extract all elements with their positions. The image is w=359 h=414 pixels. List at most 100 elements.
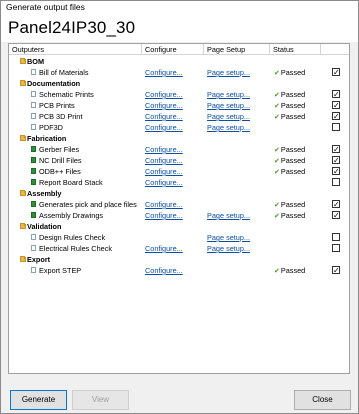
odb-icon	[31, 168, 36, 174]
output-label: Schematic Prints	[39, 90, 94, 99]
configure-link[interactable]: Configure...	[145, 100, 183, 111]
status-cell: ✔Passed	[274, 265, 305, 277]
output-row[interactable]: Bill of Materials Configure... Page setup.…	[9, 67, 349, 78]
enable-checkbox[interactable]	[332, 178, 340, 186]
configure-link[interactable]: Configure...	[145, 166, 183, 177]
output-label: Assembly Drawings	[39, 211, 104, 220]
configure-link[interactable]: Configure...	[145, 144, 183, 155]
section-label: Fabrication	[27, 134, 67, 143]
enable-checkbox[interactable]: ✓	[332, 200, 340, 209]
output-label: ODB++ Files	[39, 167, 81, 176]
folder-icon	[20, 80, 26, 86]
output-label: PDF3D	[39, 123, 63, 132]
configure-link[interactable]: Configure...	[145, 265, 183, 276]
gerber-icon	[31, 146, 36, 152]
configure-link[interactable]: Configure...	[145, 67, 183, 78]
column-header-outputers[interactable]: Outputers	[9, 44, 142, 55]
check-mark-icon: ✔	[274, 92, 280, 99]
grid-header: Outputers Configure Page Setup Status	[9, 44, 349, 55]
output-row[interactable]: NC Drill Files Configure... ✔Passed ✓	[9, 155, 349, 166]
folder-icon	[20, 58, 26, 64]
page-setup-link[interactable]: Page setup...	[207, 122, 250, 133]
page-setup-link[interactable]: Page setup...	[207, 232, 250, 243]
document-icon	[31, 69, 36, 75]
enable-checkbox[interactable]: ✓	[332, 112, 340, 121]
enable-checkbox[interactable]	[332, 244, 340, 252]
configure-link[interactable]: Configure...	[145, 122, 183, 133]
section-row[interactable]: Documentation	[9, 78, 349, 89]
column-header-configure[interactable]: Configure	[142, 44, 204, 55]
configure-link[interactable]: Configure...	[145, 89, 183, 100]
output-row[interactable]: Assembly Drawings Configure... Page setup.…	[9, 210, 349, 221]
check-mark-icon: ✔	[274, 114, 280, 121]
page-setup-link[interactable]: Page setup...	[207, 67, 250, 78]
output-row[interactable]: Schematic Prints Configure... Page setup..…	[9, 89, 349, 100]
configure-link[interactable]: Configure...	[145, 243, 183, 254]
output-row[interactable]: ODB++ Files Configure... ✔Passed ✓	[9, 166, 349, 177]
enable-checkbox[interactable]	[332, 123, 340, 131]
enable-checkbox[interactable]	[332, 233, 340, 241]
configure-link[interactable]: Configure...	[145, 199, 183, 210]
nc-drill-icon	[31, 157, 36, 163]
output-label: Electrical Rules Check	[39, 244, 112, 253]
column-header-status[interactable]: Status	[270, 44, 321, 55]
page-setup-link[interactable]: Page setup...	[207, 111, 250, 122]
page-setup-link[interactable]: Page setup...	[207, 100, 250, 111]
column-header-enabled[interactable]	[321, 44, 349, 55]
page-setup-link[interactable]: Page setup...	[207, 210, 250, 221]
folder-icon	[20, 223, 26, 229]
pdf3d-icon	[31, 124, 36, 130]
section-row[interactable]: Export	[9, 254, 349, 265]
section-label: Validation	[27, 222, 62, 231]
section-label: BOM	[27, 57, 45, 66]
configure-link[interactable]: Configure...	[145, 177, 183, 188]
check-mark-icon: ✔	[274, 158, 280, 165]
window-title: Generate output files	[1, 1, 358, 14]
generate-button[interactable]: Generate	[10, 390, 67, 410]
output-label: PCB Prints	[39, 101, 75, 110]
close-button[interactable]: Close	[294, 390, 351, 410]
erc-icon	[31, 245, 36, 251]
status-text: Passed	[280, 68, 306, 77]
configure-link[interactable]: Configure...	[145, 155, 183, 166]
pcb-icon	[31, 102, 36, 108]
folder-icon	[20, 135, 26, 141]
enable-checkbox[interactable]: ✓	[332, 211, 340, 220]
enable-checkbox[interactable]: ✓	[332, 266, 340, 275]
status-text: Passed	[280, 156, 306, 165]
output-row[interactable]: PCB Prints Configure... Page setup... ✔Pass…	[9, 100, 349, 111]
enable-checkbox[interactable]: ✓	[332, 167, 340, 176]
section-label: Assembly	[27, 189, 62, 198]
status-text: Passed	[280, 101, 306, 110]
pcb-3d-icon	[31, 113, 36, 119]
configure-link[interactable]: Configure...	[145, 111, 183, 122]
output-row[interactable]: PDF3D Configure... Page setup...	[9, 122, 349, 133]
enable-checkbox[interactable]: ✓	[332, 68, 340, 77]
configure-link[interactable]: Configure...	[145, 210, 183, 221]
output-label: Generates pick and place files	[39, 200, 137, 209]
output-row[interactable]: Design Rules Check Page setup...	[9, 232, 349, 243]
output-label: Design Rules Check	[39, 233, 106, 242]
output-row[interactable]: Generates pick and place files Configure.…	[9, 199, 349, 210]
step-export-icon	[31, 267, 36, 273]
status-text: Passed	[280, 145, 306, 154]
schematic-icon	[31, 91, 36, 97]
output-row[interactable]: Gerber Files Configure... ✔Passed ✓	[9, 144, 349, 155]
page-setup-link[interactable]: Page setup...	[207, 89, 250, 100]
section-row[interactable]: Assembly	[9, 188, 349, 199]
enable-checkbox[interactable]: ✓	[332, 145, 340, 154]
output-row[interactable]: Report Board Stack Configure...	[9, 177, 349, 188]
section-row[interactable]: Validation	[9, 221, 349, 232]
output-row[interactable]: Export STEP Configure... ✔Passed ✓	[9, 265, 349, 276]
column-header-page-setup[interactable]: Page Setup	[204, 44, 270, 55]
page-setup-link[interactable]: Page setup...	[207, 243, 250, 254]
section-row[interactable]: BOM	[9, 56, 349, 67]
check-mark-icon: ✔	[274, 202, 280, 209]
check-mark-icon: ✔	[274, 103, 280, 110]
enable-checkbox[interactable]: ✓	[332, 156, 340, 165]
output-row[interactable]: PCB 3D Print Configure... Page setup... ✔Pa…	[9, 111, 349, 122]
enable-checkbox[interactable]: ✓	[332, 101, 340, 110]
output-row[interactable]: Electrical Rules Check Configure... Page s…	[9, 243, 349, 254]
enable-checkbox[interactable]: ✓	[332, 90, 340, 99]
section-row[interactable]: Fabrication	[9, 133, 349, 144]
